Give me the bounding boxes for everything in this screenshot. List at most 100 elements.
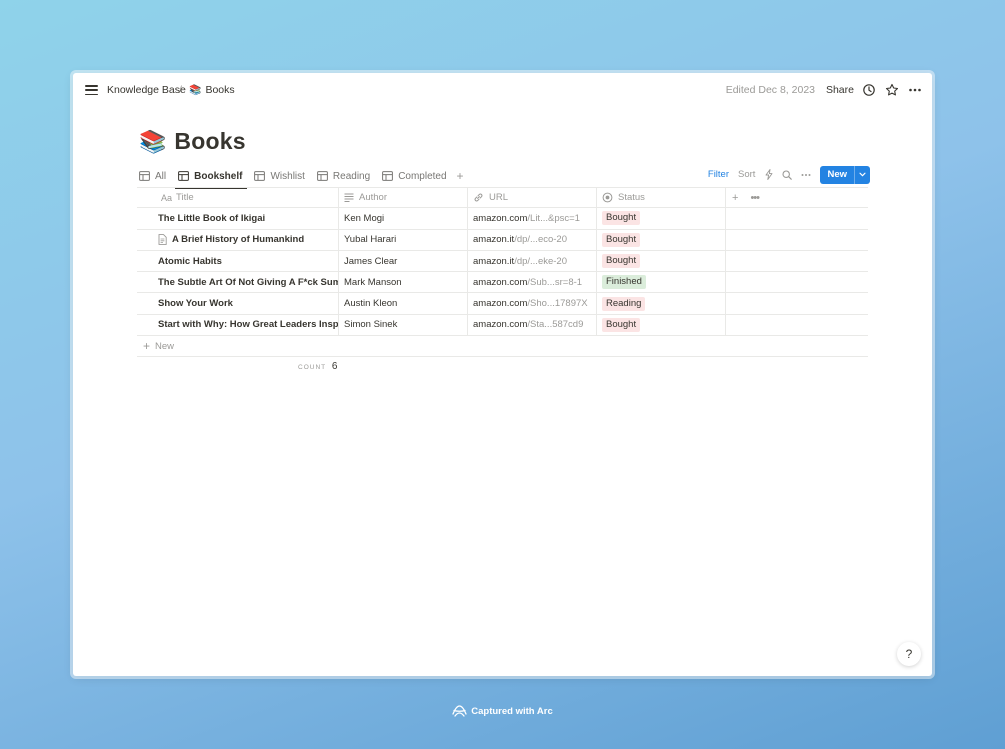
column-label: Status <box>618 192 645 204</box>
new-row-label: New <box>155 340 175 352</box>
column-header-url[interactable]: URL <box>468 188 597 208</box>
author-name: Simon Sinek <box>344 319 398 331</box>
tab-reading[interactable]: Reading <box>317 164 370 188</box>
author-cell[interactable]: Yubal Harari <box>339 229 468 250</box>
author-cell[interactable]: Mark Manson <box>339 272 468 293</box>
url-cell[interactable]: amazon.com/Sho...17897X <box>468 293 597 314</box>
status-cell[interactable]: Bought <box>597 314 726 336</box>
title-cell[interactable]: A Brief History of Humankind <box>137 229 339 250</box>
sort-button[interactable]: Sort <box>738 169 755 180</box>
book-title: The Subtle Art Of Not Giving A F*ck Summ <box>158 276 339 288</box>
favorite-star-icon[interactable] <box>885 83 899 97</box>
status-cell[interactable]: Finished <box>597 272 726 293</box>
tab-label: Reading <box>332 170 371 182</box>
book-title: Start with Why: How Great Leaders Inspir… <box>158 319 339 331</box>
title-cell[interactable]: The Little Book of Ikigai <box>137 208 339 229</box>
more-options-icon[interactable] <box>801 173 811 177</box>
table-row[interactable]: The Little Book of Ikigai Ken Mogi amazon.… <box>137 208 868 230</box>
table-view-icon <box>139 171 150 181</box>
empty-cell <box>726 315 868 335</box>
url-cell[interactable]: amazon.com/Lit...&psc=1 <box>468 208 597 229</box>
count-label: COUNT <box>298 364 327 371</box>
page-title-text[interactable]: Books <box>174 128 245 155</box>
status-badge: Bought <box>602 211 641 226</box>
table-row[interactable]: A Brief History of Humankind Yubal Harari… <box>137 229 868 251</box>
url-domain: amazon.it <box>473 255 515 267</box>
column-label: Title <box>176 192 194 204</box>
empty-cell <box>726 208 868 228</box>
url-path: /dp/...eco-20 <box>514 234 567 246</box>
author-name: Austin Kleon <box>344 298 398 310</box>
status-cell[interactable]: Bought <box>597 250 726 272</box>
books-table: Aa Title Author URL Status + ••• The Lit… <box>137 187 868 358</box>
filter-button[interactable]: Filter <box>708 169 729 180</box>
url-cell[interactable]: amazon.com/Sub...sr=8-1 <box>468 272 597 293</box>
more-options-icon[interactable]: ••• <box>750 192 760 204</box>
footer-text: Captured with Arc <box>471 705 553 717</box>
status-icon <box>602 192 613 203</box>
add-property-plus-icon[interactable]: + <box>732 192 738 204</box>
history-clock-icon[interactable] <box>862 83 876 97</box>
chevron-down-icon[interactable] <box>854 165 870 184</box>
empty-cell <box>726 230 868 250</box>
share-button[interactable]: Share <box>826 84 854 96</box>
page-icon <box>158 234 167 246</box>
breadcrumb-current-label: Books <box>205 84 235 96</box>
author-cell[interactable]: Ken Mogi <box>339 208 468 229</box>
url-cell[interactable]: amazon.com/Sta...587cd9 <box>468 314 597 336</box>
breadcrumb-parent[interactable]: Knowledge Base <box>107 84 186 96</box>
author-cell[interactable]: Austin Kleon <box>339 293 468 314</box>
add-new-row[interactable]: + New <box>137 336 868 358</box>
column-header-author[interactable]: Author <box>339 188 468 208</box>
status-badge: Bought <box>602 254 641 269</box>
url-domain: amazon.it <box>473 234 515 246</box>
author-cell[interactable]: James Clear <box>339 250 468 272</box>
status-cell[interactable]: Reading <box>597 293 726 314</box>
arc-capture-footer: Captured with Arc <box>0 705 1005 717</box>
title-cell[interactable]: Start with Why: How Great Leaders Inspir… <box>137 314 339 336</box>
search-icon[interactable] <box>782 169 793 180</box>
book-title: Show Your Work <box>158 298 233 310</box>
tab-completed[interactable]: Completed <box>382 164 447 188</box>
url-cell[interactable]: amazon.it/dp/...eke-20 <box>468 250 597 272</box>
table-view-icon <box>317 171 328 181</box>
url-path: /Sho...17897X <box>527 298 588 310</box>
author-cell[interactable]: Simon Sinek <box>339 314 468 336</box>
breadcrumb-current[interactable]: 📚 Books <box>189 84 235 96</box>
tab-bookshelf[interactable]: Bookshelf <box>175 164 248 189</box>
tab-wishlist[interactable]: Wishlist <box>254 164 305 188</box>
sidebar-toggle-icon[interactable] <box>85 85 98 96</box>
author-name: Mark Manson <box>344 276 402 288</box>
empty-cell <box>726 272 868 292</box>
tab-label: Wishlist <box>270 170 305 182</box>
table-row[interactable]: Start with Why: How Great Leaders Inspir… <box>137 314 868 337</box>
arc-logo-icon <box>452 705 467 717</box>
column-header-title[interactable]: Aa Title <box>137 188 339 208</box>
author-name: Yubal Harari <box>344 234 397 246</box>
database-toolbar: Filter Sort New <box>708 165 870 184</box>
author-name: Ken Mogi <box>344 212 385 224</box>
status-cell[interactable]: Bought <box>597 208 726 229</box>
add-view-plus-icon[interactable]: + <box>457 169 464 183</box>
table-row[interactable]: Show Your Work Austin Kleon amazon.com/Sho… <box>137 293 868 315</box>
title-cell[interactable]: Show Your Work <box>137 293 339 314</box>
tab-all[interactable]: All <box>139 164 166 188</box>
table-view-icon <box>254 171 266 181</box>
more-options-icon[interactable] <box>908 83 922 97</box>
table-row[interactable]: The Subtle Art Of Not Giving A F*ck Summ… <box>137 272 868 294</box>
table-row[interactable]: Atomic Habits James Clear amazon.it/dp/...… <box>137 250 868 273</box>
tab-label: Completed <box>398 170 447 182</box>
help-button[interactable]: ? <box>897 642 921 666</box>
url-cell[interactable]: amazon.it/dp/...eco-20 <box>468 229 597 250</box>
url-domain: amazon.com <box>473 319 528 331</box>
new-record-button[interactable]: New <box>820 165 870 184</box>
table-view-icon <box>382 171 394 181</box>
automation-lightning-icon[interactable] <box>765 169 773 180</box>
column-header-status[interactable]: Status <box>597 188 726 208</box>
title-cell[interactable]: The Subtle Art Of Not Giving A F*ck Summ <box>137 272 339 293</box>
table-header: Aa Title Author URL Status + ••• <box>137 187 868 209</box>
status-cell[interactable]: Bought <box>597 229 726 250</box>
page-emoji-icon[interactable]: 📚 <box>139 130 166 153</box>
title-cell[interactable]: Atomic Habits <box>137 250 339 272</box>
count-summary[interactable]: COUNT 6 <box>298 361 337 372</box>
